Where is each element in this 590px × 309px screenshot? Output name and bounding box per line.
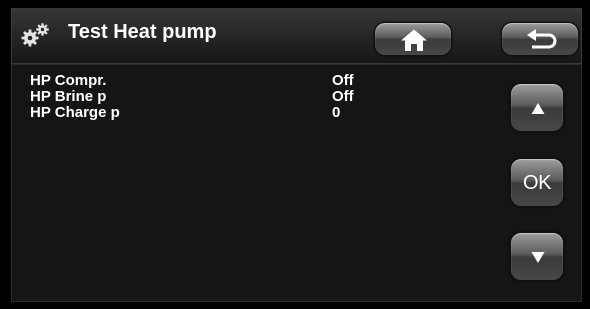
scroll-down-button[interactable]	[510, 232, 564, 281]
triangle-down-icon	[531, 252, 545, 263]
param-name: HP Compr.	[30, 72, 107, 89]
home-button[interactable]	[374, 22, 452, 56]
gears-icon	[21, 22, 51, 48]
ok-label: OK	[523, 172, 551, 194]
param-value: 0	[332, 104, 341, 121]
param-row-hp-compr[interactable]: HP Compr. Off	[30, 73, 390, 89]
param-name: HP Charge p	[30, 104, 120, 121]
param-name: HP Brine p	[30, 88, 107, 105]
param-value: Off	[332, 88, 354, 105]
heat-pump-test-screen: Test Heat pump HP Compr. Off HP Brine p …	[0, 0, 590, 309]
param-row-hp-brine-p[interactable]: HP Brine p Off	[30, 89, 390, 105]
page-title: Test Heat pump	[68, 21, 217, 43]
ok-button[interactable]: OK	[510, 158, 564, 207]
scroll-up-button[interactable]	[510, 83, 564, 132]
back-button[interactable]	[501, 22, 579, 56]
param-value: Off	[332, 72, 354, 89]
back-arrow-icon	[527, 29, 557, 49]
param-row-hp-charge-p[interactable]: HP Charge p 0	[30, 105, 390, 121]
triangle-up-icon	[531, 103, 545, 114]
home-icon	[401, 29, 427, 51]
parameter-list: HP Compr. Off HP Brine p Off HP Charge p…	[30, 73, 390, 121]
